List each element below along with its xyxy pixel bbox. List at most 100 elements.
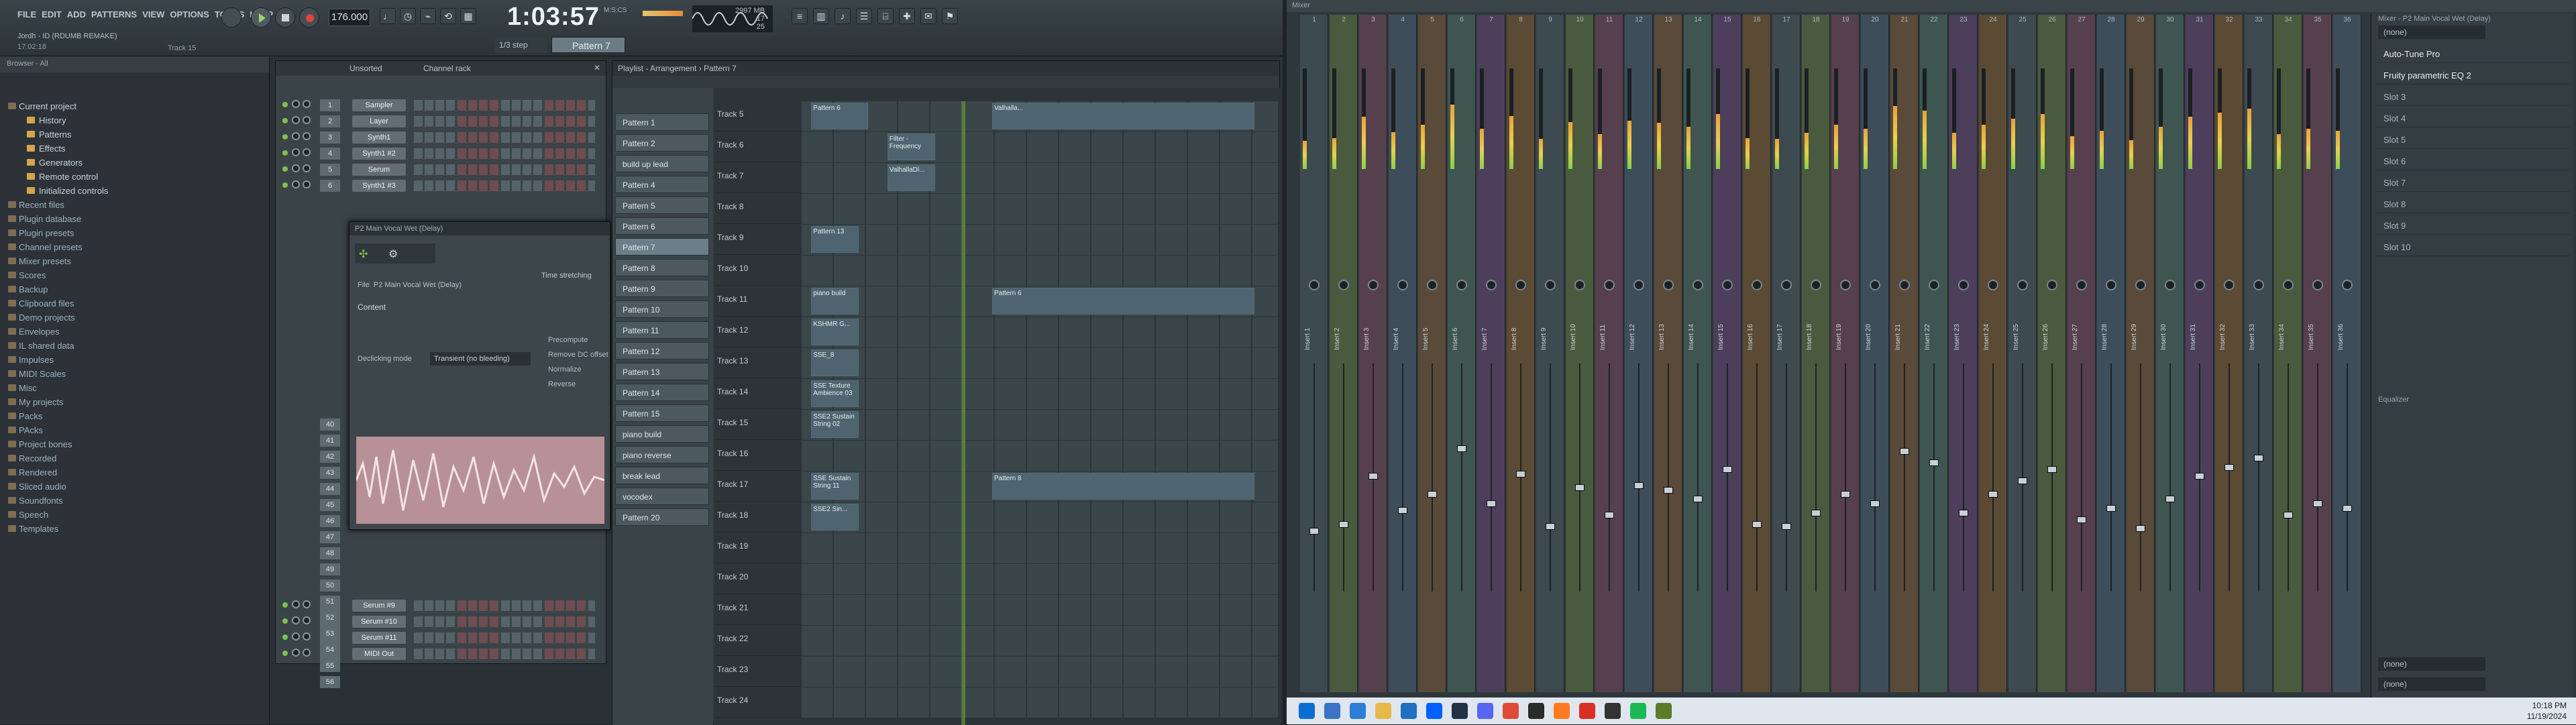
pan-knob[interactable] (2106, 280, 2116, 290)
channel-name-button[interactable]: Synth1 (352, 131, 406, 144)
menu-add[interactable]: ADD (67, 9, 86, 19)
volume-fader[interactable] (1309, 527, 1319, 535)
tempo-display[interactable]: 176.000 (329, 9, 370, 26)
mixer-track-number[interactable]: 5 (320, 164, 340, 176)
channel-enable-led[interactable] (282, 134, 288, 140)
fx-slot[interactable]: Slot 7 (2375, 174, 2570, 192)
pan-knob[interactable] (1427, 280, 1438, 290)
step-edit-icon[interactable]: ▦ (460, 8, 476, 24)
channel-filter[interactable]: Unsorted (350, 64, 382, 73)
wrench-icon[interactable]: ✣ (359, 247, 368, 261)
mixer-track-number[interactable]: 41 (320, 435, 340, 447)
pan-knob[interactable] (1929, 280, 1939, 290)
mixer-strip[interactable]: 1 Insert 1 (1300, 15, 1328, 692)
app-icon-2[interactable] (1605, 703, 1621, 719)
pan-knob[interactable] (1486, 280, 1497, 290)
channel-name-button[interactable]: MIDI Out (352, 648, 406, 660)
mail-icon[interactable] (1401, 703, 1417, 719)
news-icon[interactable]: ⚑ (942, 8, 958, 24)
mixer-strip[interactable]: 6 Insert 6 (1448, 15, 1476, 692)
mixer-track-number[interactable]: 43 (320, 467, 340, 479)
pan-knob[interactable] (2283, 280, 2294, 290)
mixer-track-number[interactable]: 56 (320, 676, 340, 688)
channel-enable-led[interactable] (282, 118, 288, 123)
clip[interactable]: Valhalla... (992, 103, 1254, 129)
clip[interactable]: SSE2 Sustain String 02 (811, 411, 859, 438)
track-lane[interactable] (802, 256, 1278, 286)
browser-item[interactable]: My projects (0, 395, 269, 409)
mixer-strip[interactable]: 35 Insert 35 (2304, 15, 2332, 692)
plugin-option[interactable]: Reverse (548, 380, 576, 388)
mixer-strip[interactable]: 16 Insert 16 (1743, 15, 1771, 692)
track-name[interactable]: Track 12 (717, 325, 771, 335)
track-lane[interactable]: ValhallaDl... (802, 163, 1278, 193)
mixer-strip[interactable]: 31 Insert 31 (2186, 15, 2214, 692)
pan-knob[interactable] (1545, 280, 1556, 290)
volume-fader[interactable] (1782, 523, 1791, 530)
pan-knob[interactable] (1870, 280, 1880, 290)
volume-knob[interactable] (303, 180, 311, 188)
channel-name-button[interactable]: Sampler (352, 99, 406, 111)
pan-knob[interactable] (292, 116, 300, 124)
mixer-strip[interactable]: 9 Insert 9 (1536, 15, 1564, 692)
snap-selector[interactable]: 1/3 step (495, 37, 547, 53)
input-select[interactable]: (none) (2378, 25, 2485, 39)
clip[interactable]: SSE2 Sin... (811, 504, 859, 531)
mixer-track-number[interactable]: 53 (320, 628, 340, 640)
wait-icon[interactable]: ◷ (400, 8, 416, 24)
volume-fader[interactable] (2254, 455, 2263, 461)
channel-name-button[interactable]: Serum #9 (352, 600, 406, 612)
browser-item[interactable]: Impulses (0, 353, 269, 367)
plugin-option[interactable]: Precompute (548, 336, 588, 344)
channel-name-button[interactable]: Serum #11 (352, 632, 406, 644)
track-lane[interactable] (802, 687, 1278, 718)
pattern-item[interactable]: Pattern 12 (615, 342, 709, 359)
track-name[interactable]: Track 6 (717, 140, 771, 150)
track-name[interactable]: Track 18 (717, 510, 771, 520)
volume-fader[interactable] (1428, 491, 1437, 498)
volume-fader[interactable] (2018, 478, 2027, 484)
pattern-item[interactable]: Pattern 11 (615, 321, 709, 339)
track-name[interactable]: Track 9 (717, 233, 771, 242)
track-lane[interactable]: SSE_8 (802, 348, 1278, 378)
clip[interactable]: Pattern 8 (992, 473, 1254, 500)
pattern-item[interactable]: Pattern 4 (615, 176, 709, 193)
mixer-track-number[interactable]: 2 (320, 115, 340, 127)
volume-fader[interactable] (1723, 466, 1732, 473)
track-lane[interactable] (802, 595, 1278, 625)
mixer-icon[interactable]: ≡ (792, 8, 808, 24)
pattern-item[interactable]: Pattern 9 (615, 280, 709, 297)
step-sequencer[interactable] (414, 148, 595, 159)
pan-knob[interactable] (2194, 280, 2205, 290)
browser-item[interactable]: Misc (0, 381, 269, 395)
track-name[interactable]: Track 10 (717, 264, 771, 273)
mixer-track-number[interactable]: 3 (320, 131, 340, 144)
fx-slot[interactable]: Slot 8 (2375, 196, 2570, 213)
mixer-strip[interactable]: 18 Insert 18 (1802, 15, 1830, 692)
pan-knob[interactable] (1693, 280, 1703, 290)
channel-name-button[interactable]: Layer (352, 115, 406, 127)
track-name[interactable]: Track 17 (717, 480, 771, 489)
volume-fader[interactable] (2165, 496, 2175, 503)
track-name[interactable]: Track 21 (717, 603, 771, 612)
track-lane[interactable] (802, 564, 1278, 594)
browser-item[interactable]: History (0, 113, 269, 127)
mixer-strip[interactable]: 32 Insert 32 (2215, 15, 2243, 692)
channel-rack-icon[interactable]: ▥ (813, 8, 829, 24)
mixer-strip[interactable]: 19 Insert 19 (1831, 15, 1860, 692)
mixer-track-number[interactable]: 40 (320, 419, 340, 431)
mixer-strip[interactable]: 8 Insert 8 (1507, 15, 1535, 692)
pan-knob[interactable] (1958, 280, 1969, 290)
volume-knob[interactable] (303, 100, 311, 108)
pan-knob[interactable] (1899, 280, 1910, 290)
browser-item[interactable]: Envelopes (0, 325, 269, 339)
volume-fader[interactable] (2077, 516, 2086, 523)
track-name[interactable]: Track 16 (717, 449, 771, 458)
pan-knob[interactable] (1397, 280, 1408, 290)
mixer-strip[interactable]: 20 Insert 20 (1861, 15, 1889, 692)
track-name[interactable]: Track 15 (717, 418, 771, 427)
mixer-track-number[interactable]: 42 (320, 451, 340, 463)
obs-icon[interactable] (1528, 703, 1544, 719)
pan-knob[interactable] (292, 164, 300, 172)
track-lane[interactable]: Pattern 13 (802, 225, 1278, 255)
